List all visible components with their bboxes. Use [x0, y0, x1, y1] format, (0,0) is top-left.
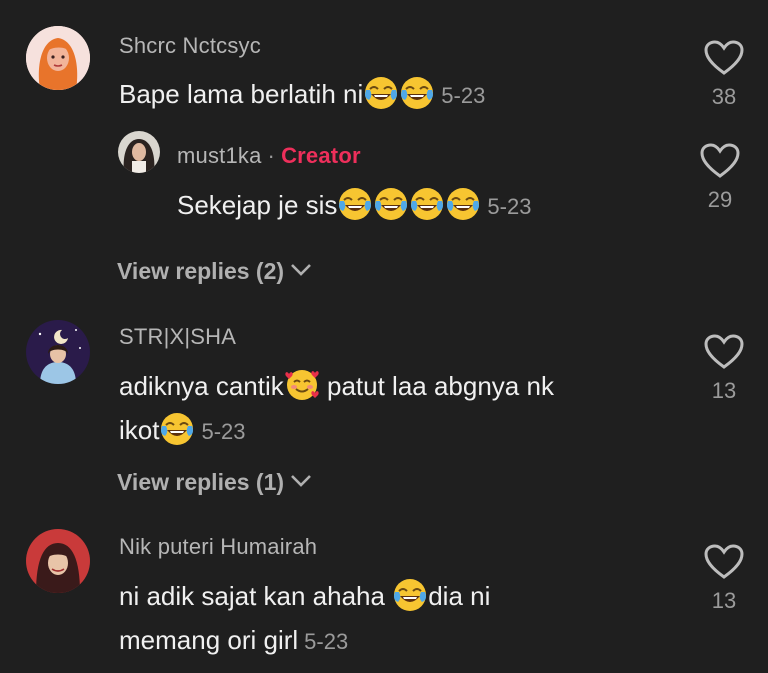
creator-badge: Creator: [281, 143, 361, 168]
avatar[interactable]: [26, 529, 90, 593]
reply-username[interactable]: must1ka · Creator: [177, 143, 361, 169]
avatar[interactable]: [26, 26, 90, 90]
comment-date: 5-23: [304, 629, 349, 654]
comment-text: Bape lama berlatih ni 5-23: [119, 72, 485, 118]
laughing-crying-emoji: [446, 187, 480, 221]
like-button[interactable]: 38: [694, 40, 754, 110]
reply-date: 5-23: [487, 194, 532, 219]
like-count: 38: [711, 84, 737, 109]
laughing-crying-emoji: [160, 412, 194, 446]
comment-date: 5-23: [441, 83, 486, 108]
laughing-crying-emoji: [393, 578, 427, 612]
view-replies-button[interactable]: View replies (1): [117, 469, 312, 496]
like-count: 13: [711, 378, 737, 403]
chevron-down-icon[interactable]: [290, 474, 312, 488]
comment-text: ni adik sajat kan ahaha dia ni memang or…: [119, 574, 679, 664]
laughing-crying-emoji: [374, 187, 408, 221]
like-button[interactable]: 13: [694, 544, 754, 614]
heart-icon[interactable]: [700, 143, 740, 179]
like-button[interactable]: 29: [690, 143, 750, 213]
comments-panel: Shcrc Nctcsyc Bape lama berlatih ni 5-23 …: [0, 0, 768, 673]
comment-text: adiknya cantik patut laa abgnya nk ikot 5…: [119, 364, 679, 454]
heart-icon[interactable]: [704, 40, 744, 76]
like-button[interactable]: 13: [694, 334, 754, 404]
chevron-down-icon[interactable]: [290, 263, 312, 277]
avatar[interactable]: [26, 320, 90, 384]
heart-icon[interactable]: [704, 544, 744, 580]
comment-date: 5-23: [201, 419, 246, 444]
avatar[interactable]: [118, 131, 160, 173]
comment-username[interactable]: Nik puteri Humairah: [119, 534, 317, 560]
laughing-crying-emoji: [338, 187, 372, 221]
view-replies-button[interactable]: View replies (2): [117, 258, 312, 285]
heart-icon[interactable]: [704, 334, 744, 370]
smiling-hearts-emoji: [285, 368, 319, 402]
comment-username[interactable]: STR|X|SHA: [119, 324, 236, 350]
laughing-crying-emoji: [364, 76, 398, 110]
reply-text: Sekejap je sis 5-23: [177, 183, 531, 229]
comment-username[interactable]: Shcrc Nctcsyc: [119, 33, 261, 59]
like-count: 13: [711, 588, 737, 613]
laughing-crying-emoji: [410, 187, 444, 221]
laughing-crying-emoji: [400, 76, 434, 110]
like-count: 29: [707, 187, 733, 212]
